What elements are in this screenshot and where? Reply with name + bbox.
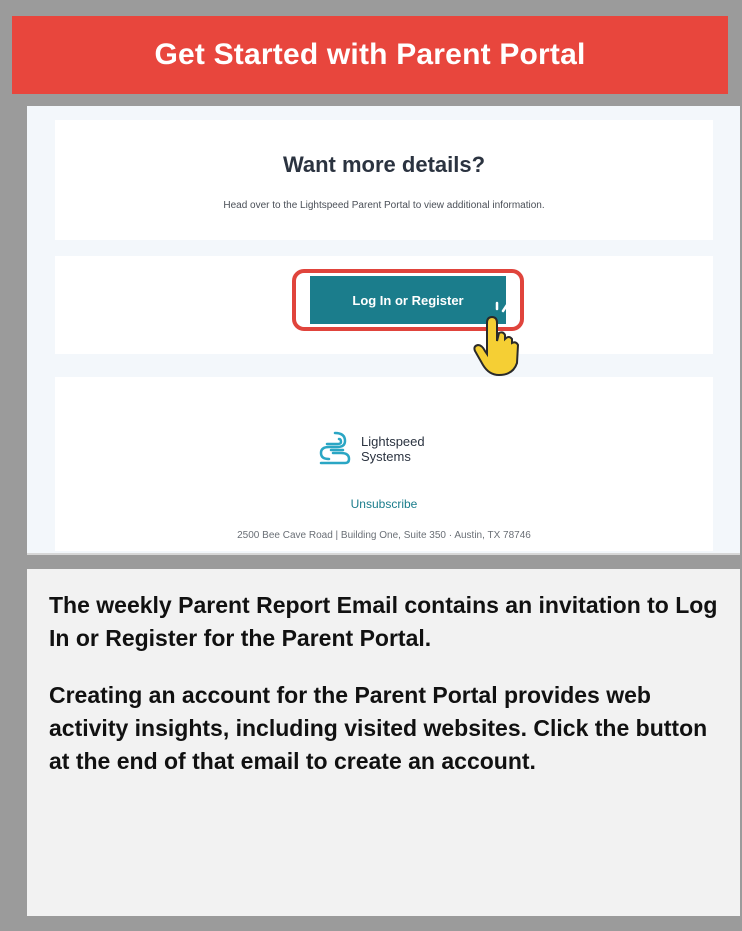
company-address: 2500 Bee Cave Road | Building One, Suite… [237,530,531,541]
brand-line1: Lightspeed [361,434,425,449]
info-paragraph-1: The weekly Parent Report Email contains … [49,589,718,655]
info-paragraph-2: Creating an account for the Parent Porta… [49,679,718,778]
banner-title: Get Started with Parent Portal [154,38,586,71]
info-p1-text-b: for the Parent Portal. [197,625,432,651]
brand-name: Lightspeed Systems [361,434,425,464]
hand-pointer-icon [473,301,520,377]
info-panel: The weekly Parent Report Email contains … [27,569,740,916]
lightspeed-logo-icon [319,431,351,465]
email-preview: Want more details? Head over to the Ligh… [27,106,740,555]
cta-card: Log In or Register [55,256,713,377]
info-p2-text-a: Creating an account for the [49,682,355,708]
info-p1-text-a: The weekly Parent Report Email contains … [49,592,676,618]
info-p2-bold: Parent Portal [354,682,498,708]
footer-card: Lightspeed Systems Unsubscribe 2500 Bee … [55,377,713,551]
brand-logo: Lightspeed Systems [315,429,425,469]
details-card: Want more details? Head over to the Ligh… [55,120,713,240]
header-banner: Get Started with Parent Portal [12,16,728,94]
details-heading: Want more details? [282,152,486,177]
unsubscribe-link[interactable]: Unsubscribe [55,497,713,511]
brand-line2: Systems [361,449,411,464]
details-text: Head over to the Lightspeed Parent Porta… [223,200,545,211]
